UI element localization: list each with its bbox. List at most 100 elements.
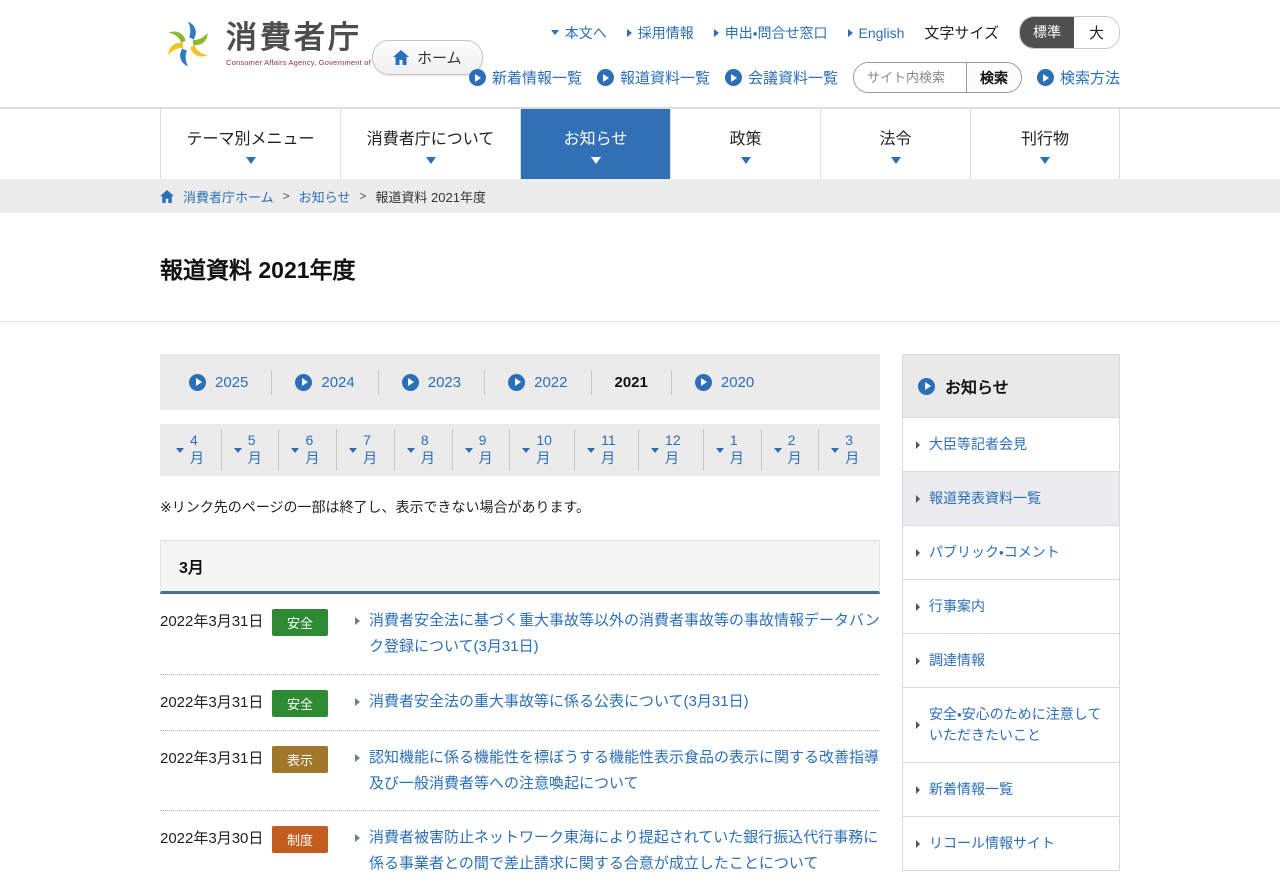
new-info-list-link[interactable]: 新着情報一覧	[468, 67, 582, 88]
nav-publications[interactable]: 刊行物	[970, 109, 1120, 179]
month-tab-may[interactable]: 5月	[222, 429, 280, 471]
breadcrumb-news-link[interactable]: お知らせ	[299, 187, 351, 206]
chevron-right-icon	[916, 656, 920, 665]
month-tab-nov[interactable]: 11月	[575, 429, 640, 471]
month-tab-aug[interactable]: 8月	[395, 429, 453, 471]
font-size-large-button[interactable]: 大	[1073, 17, 1119, 48]
main-content: 2025 2024 2023 2022 2021 2020 4月 5月 6月 7…	[160, 354, 880, 891]
page-title: 報道資料 2021年度	[160, 257, 356, 283]
chevron-down-icon	[587, 447, 596, 453]
meeting-list-link[interactable]: 会議資料一覧	[724, 67, 838, 88]
chevron-down-icon	[233, 447, 242, 453]
nav-policies[interactable]: 政策	[670, 109, 820, 179]
press-release-row: 2022年3月31日 表示 認知機能に係る機能性を標ぼうする機能性表示食品の表示…	[160, 731, 880, 811]
main-nav: テーマ別メニュー 消費者庁について お知らせ 政策 法令 刊行物	[0, 108, 1280, 179]
breadcrumb-home-link[interactable]: 消費者庁ホーム	[183, 187, 274, 206]
play-circle-icon	[1036, 69, 1054, 86]
press-release-link[interactable]: 消費者被害防止ネットワーク東海により提起されていた銀行振込代行事務に係る事業者と…	[369, 825, 880, 878]
chevron-right-icon	[916, 721, 920, 729]
sidebar-item-procurement[interactable]: 調達情報	[903, 633, 1119, 687]
year-tab-2024[interactable]: 2024	[272, 369, 379, 395]
sidebar-item-recall-site[interactable]: リコール情報サイト	[903, 816, 1119, 870]
sidebar-title: お知らせ	[903, 355, 1119, 417]
nav-laws[interactable]: 法令	[820, 109, 970, 179]
chevron-right-icon	[713, 28, 719, 37]
month-tab-sep[interactable]: 9月	[453, 429, 511, 471]
press-release-link[interactable]: 消費者安全法の重大事故等に係る公表について(3月31日)	[369, 689, 880, 715]
agency-subtitle: Consumer Affairs Agency, Government of J…	[226, 58, 395, 68]
sidebar-item-safety-cautions[interactable]: 安全・安心のために注意していただきたいこと	[903, 687, 1119, 762]
chevron-right-icon	[847, 28, 853, 37]
category-badge-safety: 安全	[272, 689, 328, 717]
search-input[interactable]	[853, 63, 966, 92]
chevron-down-icon	[651, 447, 660, 453]
press-release-link[interactable]: 認知機能に係る機能性を標ぼうする機能性表示食品の表示に関する改善指導及び一般消費…	[369, 745, 880, 798]
month-tab-jan[interactable]: 1月	[704, 429, 762, 471]
utility-nav: 本文へ 採用情報 申出・問合せ窓口 English 文字サイズ 標準 大 新着情…	[468, 16, 1120, 93]
font-size-standard-button[interactable]: 標準	[1019, 17, 1074, 48]
nav-theme-menu[interactable]: テーマ別メニュー	[160, 109, 340, 179]
play-circle-icon	[724, 69, 742, 86]
press-release-row: 2022年3月31日 安全 消費者安全法の重大事故等に係る公表について(3月31…	[160, 675, 880, 731]
press-release-link[interactable]: 消費者安全法に基づく重大事故等以外の消費者事故等の事故情報データバンク登録につい…	[369, 608, 880, 661]
month-tab-jul[interactable]: 7月	[337, 429, 395, 471]
chevron-down-icon	[291, 447, 300, 453]
font-size-label: 文字サイズ	[924, 25, 999, 42]
category-badge-safety: 安全	[272, 609, 328, 636]
recruit-link[interactable]: 採用情報	[626, 23, 694, 43]
press-date: 2022年3月31日	[160, 749, 264, 767]
search-help-link[interactable]: 検索方法	[1036, 67, 1120, 88]
search-button[interactable]: 検索	[965, 63, 1021, 92]
chevron-down-icon	[425, 156, 436, 164]
chevron-down-icon	[740, 156, 751, 164]
agency-logo[interactable]: 消費者庁 Consumer Affairs Agency, Government…	[160, 16, 395, 72]
month-tab-apr[interactable]: 4月	[164, 429, 222, 471]
chevron-right-icon	[355, 753, 360, 762]
page-title-section: 報道資料 2021年度	[0, 213, 1280, 322]
sidebar-item-events[interactable]: 行事案内	[903, 579, 1119, 633]
year-tab-2021-current: 2021	[592, 369, 672, 395]
news-sidebar: お知らせ 大臣等記者会見 報道発表資料一覧 パブリック・コメント 行事案内 調達…	[902, 354, 1120, 871]
chevron-right-icon	[916, 839, 920, 848]
month-tab-oct[interactable]: 10月	[510, 429, 576, 471]
year-tab-2023[interactable]: 2023	[379, 369, 486, 395]
nav-news[interactable]: お知らせ	[520, 109, 670, 179]
category-badge-system: 制度	[272, 826, 328, 853]
play-circle-icon	[694, 373, 712, 391]
sidebar-item-press-release-list[interactable]: 報道発表資料一覧	[903, 471, 1119, 525]
month-tab-feb[interactable]: 2月	[762, 429, 820, 471]
sidebar-item-press-conference[interactable]: 大臣等記者会見	[903, 417, 1119, 471]
sidebar-item-new-info-list[interactable]: 新着情報一覧	[903, 762, 1119, 816]
year-tab-2022[interactable]: 2022	[485, 369, 592, 395]
english-link[interactable]: English	[847, 25, 904, 41]
year-tab-2025[interactable]: 2025	[166, 369, 273, 395]
chevron-down-icon	[522, 447, 531, 453]
month-tabs: 4月 5月 6月 7月 8月 9月 10月 11月 12月 1月 2月 3月	[160, 424, 880, 476]
month-tab-dec[interactable]: 12月	[639, 429, 704, 471]
chevron-down-icon	[464, 447, 473, 453]
month-section-title: 3月	[160, 540, 880, 594]
chevron-down-icon	[406, 447, 415, 453]
breadcrumb: 消費者庁ホーム > お知らせ > 報道資料 2021年度	[0, 179, 1280, 213]
year-tabs: 2025 2024 2023 2022 2021 2020	[160, 354, 880, 410]
chevron-down-icon	[715, 447, 724, 453]
chevron-down-icon	[590, 156, 601, 164]
press-list-link[interactable]: 報道資料一覧	[596, 67, 710, 88]
play-circle-icon	[918, 377, 935, 395]
skip-to-content-link[interactable]: 本文へ	[550, 23, 607, 43]
press-release-list: 2022年3月31日 安全 消費者安全法に基づく重大事故等以外の消費者事故等の事…	[160, 594, 880, 891]
breadcrumb-separator: >	[282, 189, 290, 203]
chevron-right-icon	[916, 494, 920, 503]
chevron-right-icon	[916, 785, 920, 794]
home-button[interactable]: ホーム	[372, 40, 483, 75]
year-tab-2020[interactable]: 2020	[672, 370, 777, 395]
nav-about-caa[interactable]: 消費者庁について	[340, 109, 520, 179]
sidebar-item-public-comment[interactable]: パブリック・コメント	[903, 525, 1119, 579]
inquiry-link[interactable]: 申出・問合せ窓口	[713, 23, 828, 43]
month-tab-jun[interactable]: 6月	[279, 429, 338, 471]
chevron-right-icon	[355, 617, 360, 625]
chevron-right-icon	[355, 697, 360, 706]
month-tab-mar[interactable]: 3月	[819, 429, 876, 471]
chevron-down-icon	[245, 156, 256, 164]
chevron-down-icon	[1040, 156, 1050, 164]
